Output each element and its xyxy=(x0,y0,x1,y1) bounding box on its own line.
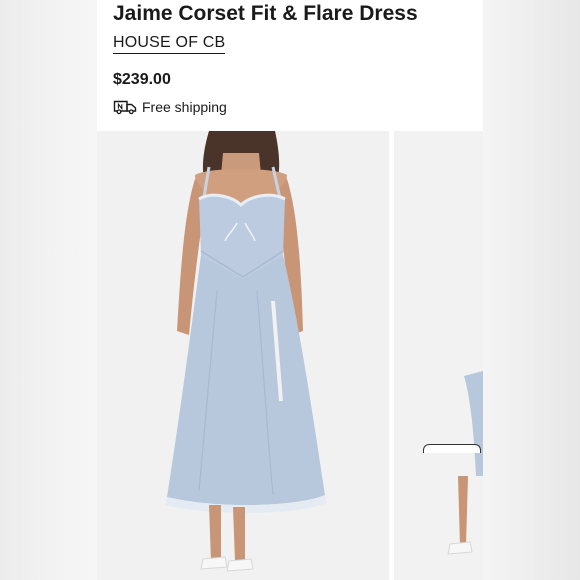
shipping-info: Free shipping xyxy=(113,99,227,115)
truck-icon xyxy=(113,100,137,115)
shipping-label: Free shipping xyxy=(142,99,227,115)
product-photo-next[interactable] xyxy=(394,131,483,580)
dress-illustration xyxy=(97,131,389,580)
blurred-background-left xyxy=(0,0,97,580)
carousel-next-button[interactable] xyxy=(423,444,481,453)
product-card: Jaime Corset Fit & Flare Dress HOUSE OF … xyxy=(97,0,483,580)
blurred-background-right xyxy=(483,0,580,580)
product-title: Jaime Corset Fit & Flare Dress xyxy=(113,2,418,25)
brand-link[interactable]: HOUSE OF CB xyxy=(113,33,226,54)
next-photo-preview xyxy=(394,131,483,580)
product-price: $239.00 xyxy=(113,71,171,88)
image-gallery[interactable] xyxy=(97,131,483,580)
product-photo-main[interactable] xyxy=(97,131,389,580)
